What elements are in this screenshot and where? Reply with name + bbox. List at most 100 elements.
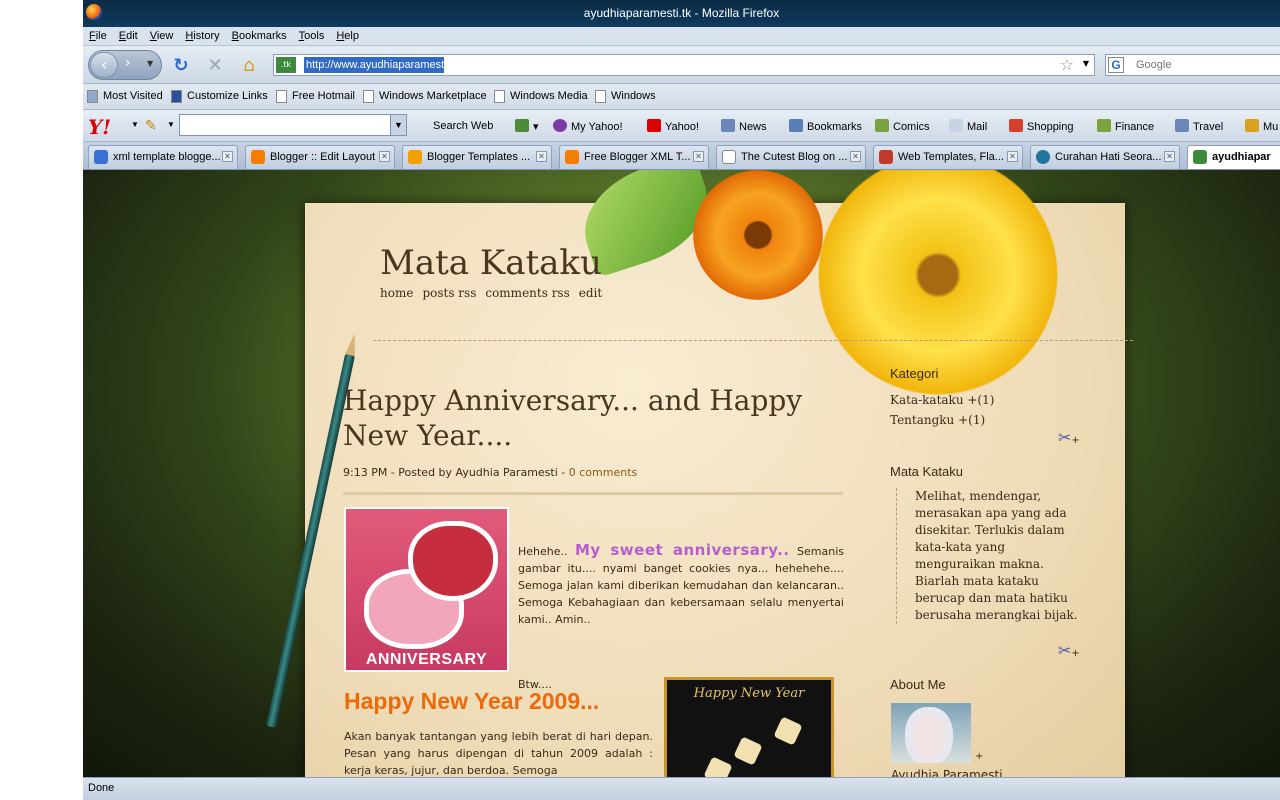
yahoo-shopping[interactable]: Shopping xyxy=(1009,119,1074,134)
yahoo-search-input[interactable]: ▼ xyxy=(179,114,407,136)
menu-edit[interactable]: Edit xyxy=(113,27,144,44)
post-body: Hehehe.. My sweet anniversary.. Semanis … xyxy=(518,542,844,628)
edit-widget-icon[interactable]: ✂+ xyxy=(1058,428,1080,447)
yahoo-music[interactable]: Mu xyxy=(1245,119,1278,134)
post-divider xyxy=(343,492,843,495)
edit-widget-icon[interactable]: ✂+ xyxy=(1058,641,1080,660)
bookmark-free-hotmail[interactable]: Free Hotmail xyxy=(276,89,355,105)
tab-label: Web Templates, Fla... xyxy=(898,151,1004,163)
bookmark-most-visited[interactable]: Most Visited xyxy=(87,89,163,105)
post-author: Ayudhia Paramesti xyxy=(455,466,558,479)
pencil-dropdown-icon[interactable]: ▼ xyxy=(167,120,175,129)
new-year-heading: Happy New Year 2009... xyxy=(344,688,600,714)
url-dropdown-icon[interactable]: ▼ xyxy=(1083,59,1089,68)
home-icon[interactable]: ⌂ xyxy=(239,56,259,76)
url-bar[interactable]: .tk ☆ ▼ xyxy=(273,54,1095,76)
nav-comments-rss-link[interactable]: comments rss xyxy=(485,286,569,300)
page-icon xyxy=(363,90,374,103)
back-icon[interactable]: ‹ xyxy=(90,52,118,78)
close-icon[interactable]: ✕ xyxy=(1007,151,1018,162)
yahoo-item-label: Comics xyxy=(893,121,930,133)
heart-icon xyxy=(408,521,498,601)
search-input[interactable] xyxy=(1136,57,1276,73)
bookmark-customize-links[interactable]: Customize Links xyxy=(171,89,268,105)
menu-file[interactable]: File xyxy=(83,27,113,44)
anniversary-image[interactable]: ANNIVERSARY xyxy=(344,507,509,672)
menu-tools[interactable]: Tools xyxy=(293,27,331,44)
yahoo-finance[interactable]: Finance xyxy=(1097,119,1154,134)
kategori-link-kata-kataku[interactable]: Kata-kataku +(1) xyxy=(890,393,994,407)
nav-posts-rss-link[interactable]: posts rss xyxy=(422,286,476,300)
close-icon[interactable]: ✕ xyxy=(693,151,704,162)
close-icon[interactable]: ✕ xyxy=(222,151,233,162)
comments-link[interactable]: 0 comments xyxy=(569,466,638,479)
chevron-down-icon[interactable]: ▼ xyxy=(390,115,406,135)
yahoo-item-label: Shopping xyxy=(1027,121,1074,133)
yahoo-home[interactable]: Yahoo! xyxy=(647,119,699,134)
bookmark-windows[interactable]: Windows xyxy=(595,89,656,105)
page-content: Mata Kataku home posts rss comments rss edi… xyxy=(83,170,1280,777)
meta-text: - Posted by xyxy=(387,466,456,479)
tab-blogger-edit-layout[interactable]: Blogger :: Edit Layout ✕ xyxy=(245,145,395,169)
news-icon xyxy=(721,119,735,132)
tab-xml-template[interactable]: xml template blogge... ✕ xyxy=(88,145,238,169)
google-search-engine-icon[interactable]: G xyxy=(1108,57,1124,73)
tab-ayudhiaparamesti[interactable]: ayudhiapar xyxy=(1187,145,1280,169)
yahoo-item-label: Bookmarks xyxy=(807,121,863,133)
yahoo-mail[interactable]: Mail xyxy=(949,119,987,134)
menu-help[interactable]: Help xyxy=(330,27,365,44)
kategori-link-tentangku[interactable]: Tentangku +(1) xyxy=(890,413,985,427)
forward-icon[interactable]: › xyxy=(125,55,131,71)
yahoo-my-yahoo[interactable]: My Yahoo! xyxy=(553,119,623,134)
new-year-image[interactable]: Happy New Year xyxy=(664,677,834,777)
shield-icon[interactable]: ▾ xyxy=(515,119,539,134)
post-title[interactable]: Happy Anniversary... and Happy New Year.… xyxy=(343,383,853,453)
status-bar: Done xyxy=(83,777,1280,800)
yahoo-search-web[interactable]: Search Web xyxy=(433,119,493,133)
tab-blogger-templates[interactable]: Blogger Templates ... ✕ xyxy=(402,145,552,169)
yahoo-menu-dropdown-icon[interactable]: ▼ xyxy=(131,120,139,129)
blog-title[interactable]: Mata Kataku xyxy=(380,243,602,283)
templates-favicon xyxy=(879,150,893,164)
yahoo-travel[interactable]: Travel xyxy=(1175,119,1223,134)
header-divider xyxy=(373,340,1133,341)
page-icon xyxy=(722,150,736,164)
firefox-icon[interactable] xyxy=(86,4,102,20)
yahoo-item-label: Mu xyxy=(1263,121,1279,133)
yahoo-item-label: Finance xyxy=(1115,121,1155,133)
url-input[interactable] xyxy=(304,57,444,73)
search-box[interactable]: G xyxy=(1105,54,1280,76)
stop-icon[interactable]: ✕ xyxy=(205,56,225,76)
history-dropdown-icon[interactable]: ▼ xyxy=(147,59,153,68)
tab-cutest-blog[interactable]: The Cutest Blog on ... ✕ xyxy=(716,145,866,169)
menu-history[interactable]: History xyxy=(179,27,225,44)
tab-web-templates[interactable]: Web Templates, Fla... ✕ xyxy=(873,145,1023,169)
page-icon xyxy=(595,90,606,103)
tab-free-blogger-xml[interactable]: Free Blogger XML T... ✕ xyxy=(559,145,709,169)
nav-edit-link[interactable]: edit xyxy=(579,286,602,300)
menu-view[interactable]: View xyxy=(144,27,180,44)
reload-icon[interactable]: ↻ xyxy=(171,56,191,76)
yahoo-logo-icon[interactable]: Y! xyxy=(88,115,111,139)
yahoo-comics[interactable]: Comics xyxy=(875,119,930,134)
yahoo-item-label: Mail xyxy=(967,121,988,133)
close-icon[interactable]: ✕ xyxy=(536,151,547,162)
hijab-decoration xyxy=(905,707,953,763)
yahoo-bookmarks[interactable]: Bookmarks xyxy=(789,119,862,134)
close-icon[interactable]: ✕ xyxy=(1164,151,1175,162)
bookmark-windows-marketplace[interactable]: Windows Marketplace xyxy=(363,89,487,105)
close-icon[interactable]: ✕ xyxy=(379,151,390,162)
new-year-text: Akan banyak tantangan yang lebih berat d… xyxy=(344,730,653,777)
yahoo-news[interactable]: News xyxy=(721,119,767,134)
nav-home-link[interactable]: home xyxy=(380,286,413,300)
bookmark-label: Windows xyxy=(611,90,656,102)
bookmark-windows-media[interactable]: Windows Media xyxy=(494,89,588,105)
google-favicon xyxy=(94,150,108,164)
tab-curahan-hati[interactable]: Curahan Hati Seora... ✕ xyxy=(1030,145,1180,169)
close-icon[interactable]: ✕ xyxy=(850,151,861,162)
about-name[interactable]: Ayudhia Paramesti xyxy=(891,768,1003,777)
menu-bookmarks[interactable]: Bookmarks xyxy=(226,27,293,44)
pencil-icon[interactable]: ✎ xyxy=(145,117,157,134)
bookmark-star-icon[interactable]: ☆ xyxy=(1060,55,1074,74)
avatar[interactable] xyxy=(891,703,971,763)
